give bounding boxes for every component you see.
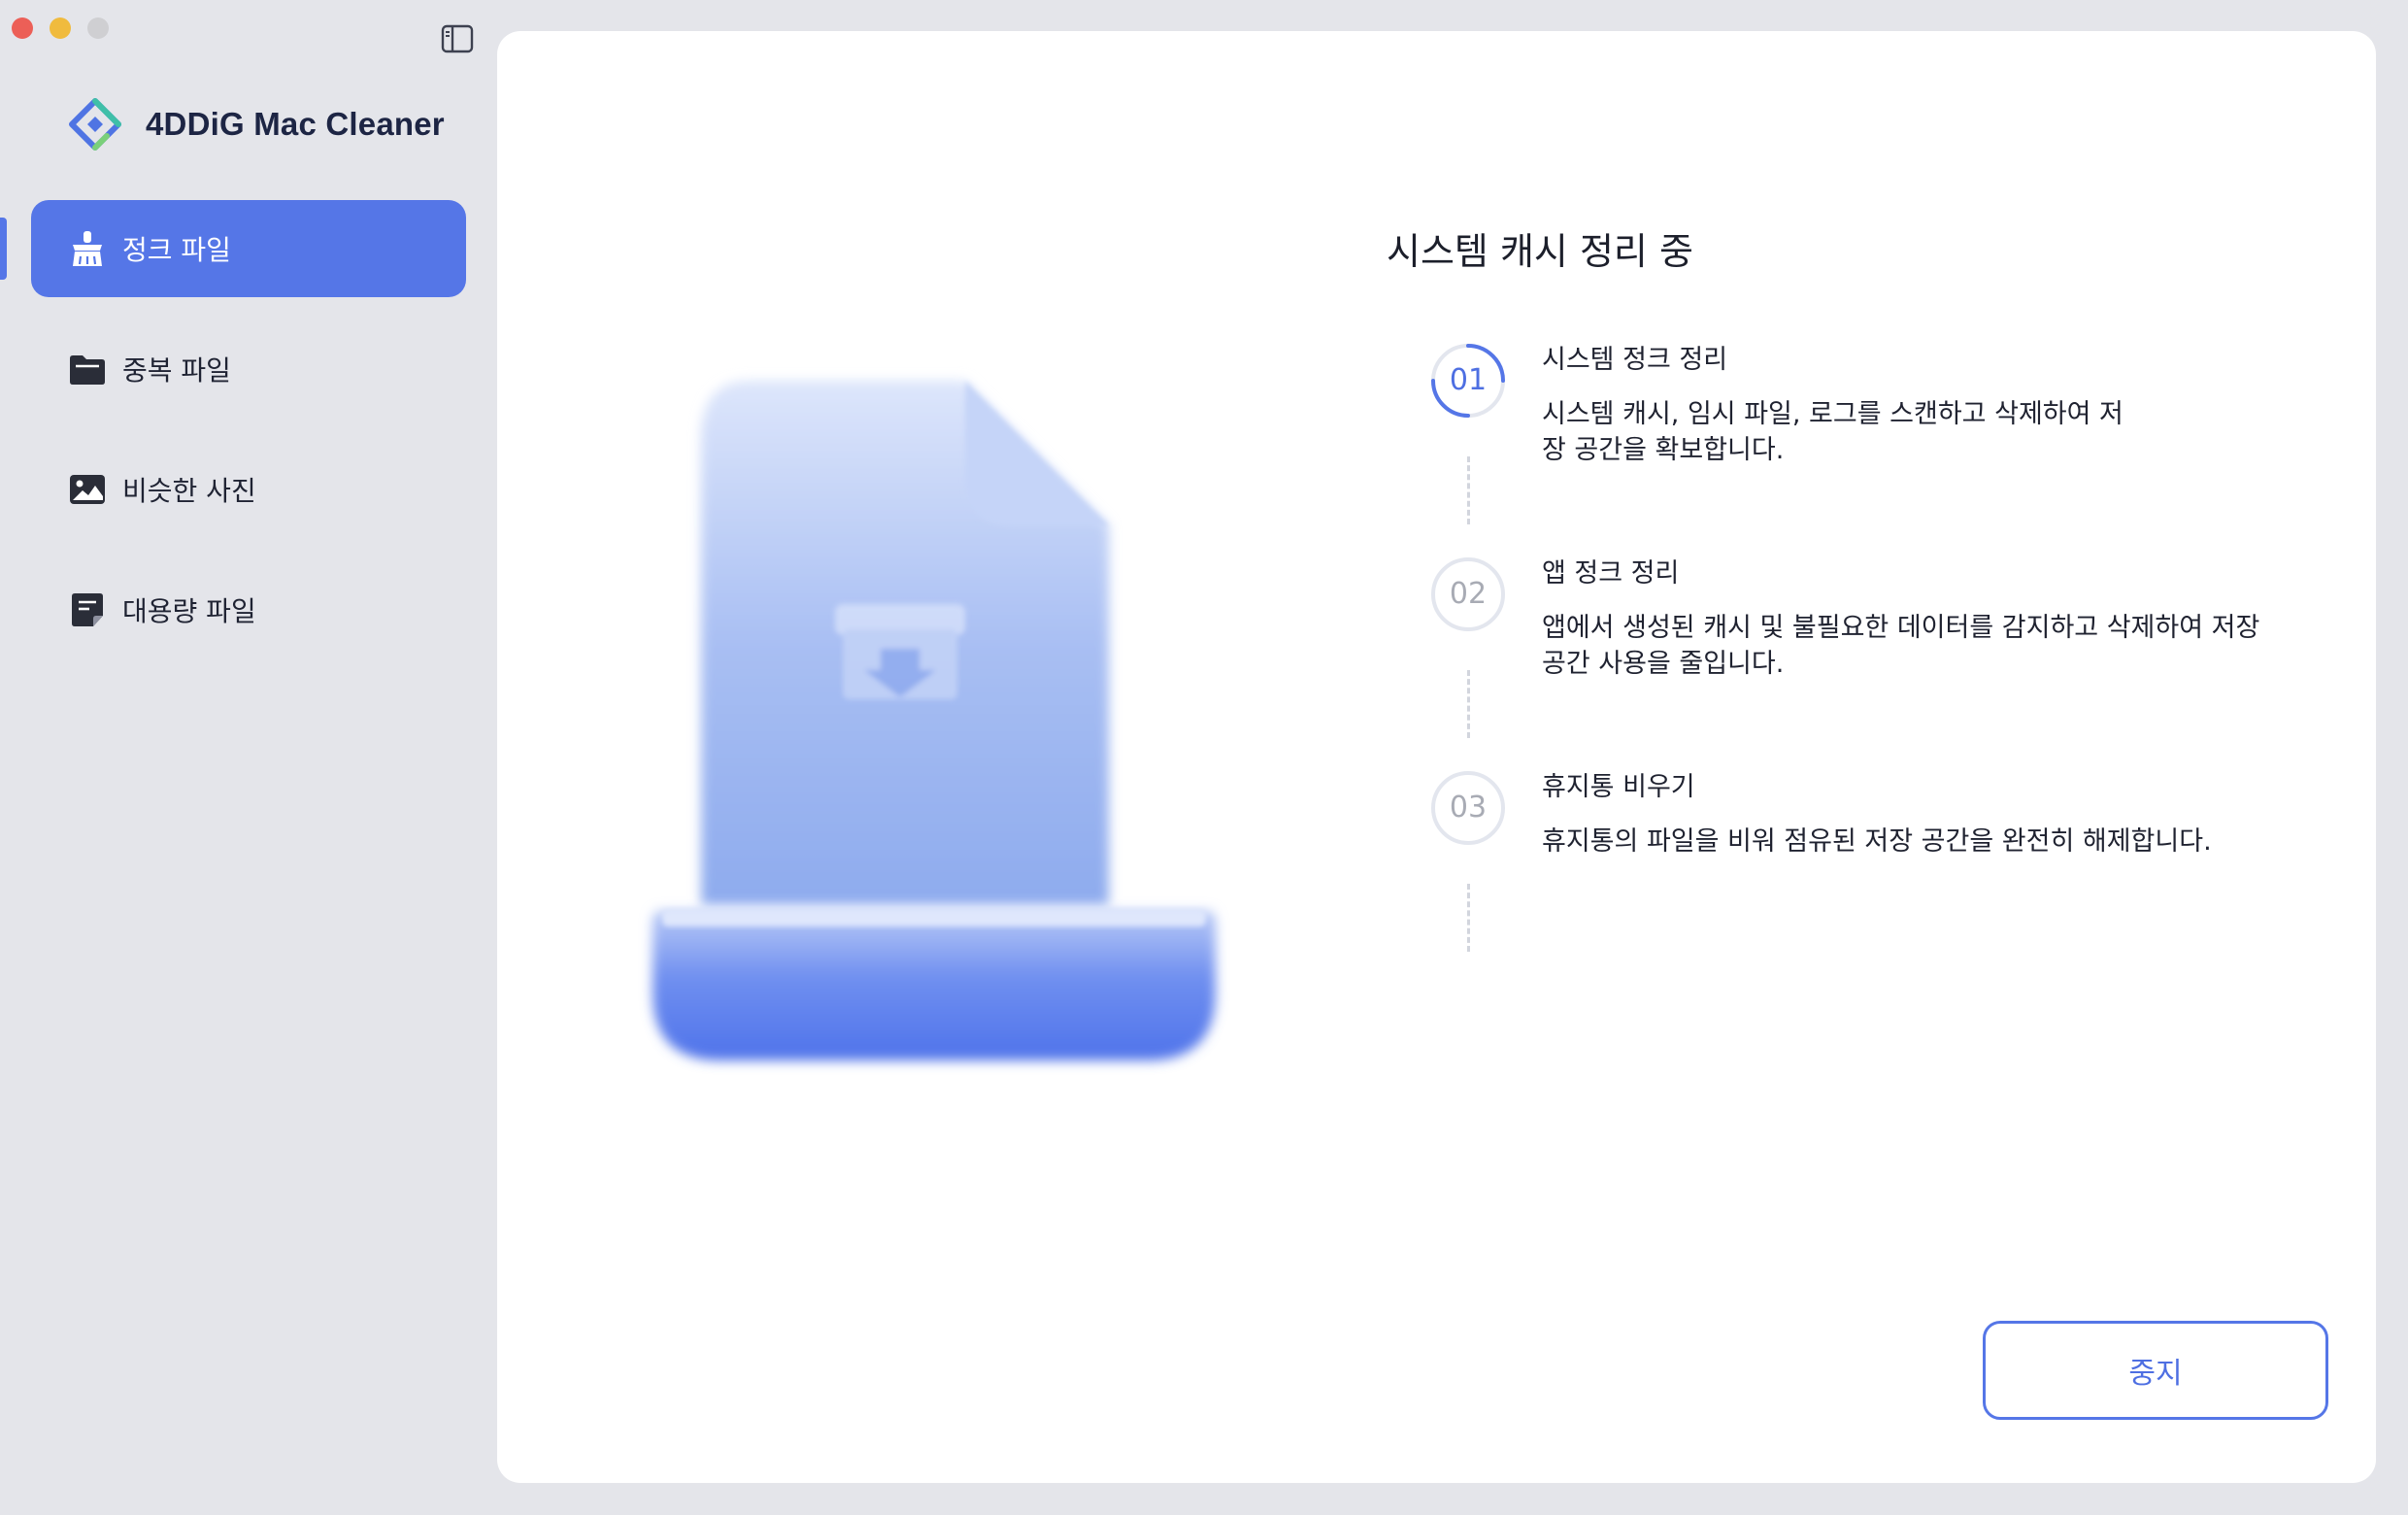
active-nav-marker: [0, 218, 7, 280]
cleaning-illustration: [652, 381, 1216, 1060]
step-description: 앱에서 생성된 캐시 및 불필요한 데이터를 감지하고 삭제하여 저장 공간 사…: [1542, 613, 2260, 679]
app-name: 4DDiG Mac Cleaner: [146, 106, 445, 142]
step-connector: [1467, 456, 1470, 524]
close-window-button[interactable]: [12, 17, 33, 39]
main-panel: 시스템 캐시 정리 중 01 시스템 정크 정리 시스템 캐시, 임시 파일, …: [497, 31, 2376, 1483]
step-description: 휴지통의 파일을 비워 점유된 저장 공간을 완전히 해제합니다.: [1542, 826, 2212, 857]
broom-icon: [73, 231, 102, 266]
step-number: 01: [1449, 363, 1488, 397]
folder-icon: [70, 355, 105, 385]
step-title: 시스템 정크 정리: [1542, 345, 1728, 375]
minimize-window-button[interactable]: [50, 17, 71, 39]
window-controls: [12, 17, 109, 39]
step-connector: [1467, 670, 1470, 738]
sidebar-item-junk-files[interactable]: 정크 파일: [31, 200, 466, 297]
step-number: 02: [1449, 577, 1488, 611]
sidebar-toggle-icon[interactable]: [441, 24, 474, 53]
sidebar-item-label: 중복 파일: [122, 354, 231, 387]
sidebar-item-large-files[interactable]: 대용량 파일: [31, 561, 466, 658]
step-connector: [1467, 884, 1470, 952]
sidebar-item-duplicate-files[interactable]: 중복 파일: [31, 320, 466, 418]
zoom-window-button[interactable]: [87, 17, 109, 39]
step-title: 앱 정크 정리: [1542, 558, 1680, 589]
sidebar-item-label: 정크 파일: [122, 234, 231, 266]
app-brand: 4DDiG Mac Cleaner: [68, 97, 445, 152]
stop-button[interactable]: 중지: [1983, 1321, 2328, 1420]
app-logo-icon: [69, 98, 121, 151]
sidebar-item-similar-photos[interactable]: 비슷한 사진: [31, 441, 466, 538]
sidebar-item-label: 비슷한 사진: [122, 475, 256, 507]
app-window: 4DDiG Mac Cleaner 정크 파일 중복 파일 비슷한 사진 대용량…: [0, 0, 2408, 1515]
step-number: 03: [1449, 791, 1488, 825]
sidebar-item-label: 대용량 파일: [122, 595, 256, 627]
step-description: 시스템 캐시, 임시 파일, 로그를 스캔하고 삭제하여 저장 공간을 확보합니…: [1542, 399, 2124, 465]
photo-icon: [70, 475, 105, 504]
scan-status-title: 시스템 캐시 정리 중: [1387, 230, 1693, 273]
step-title: 휴지통 비우기: [1542, 772, 1695, 802]
large-file-icon: [72, 593, 103, 626]
